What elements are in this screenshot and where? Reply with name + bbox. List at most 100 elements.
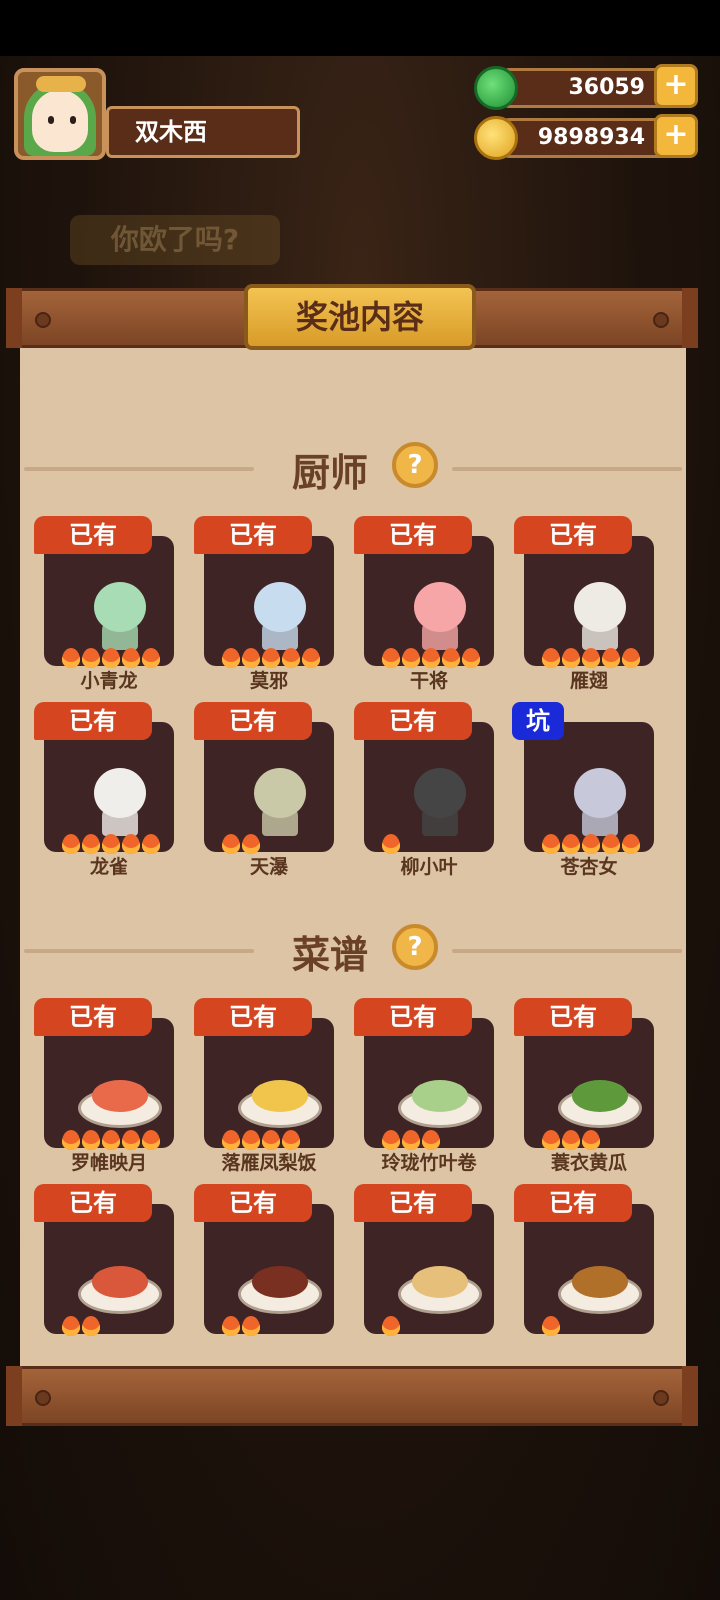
owned-tag: 已有: [194, 516, 312, 554]
owned-tag: 已有: [514, 516, 632, 554]
chef-portrait: [44, 722, 174, 854]
chefs-help-button[interactable]: ?: [392, 442, 438, 488]
player-avatar[interactable]: [14, 68, 106, 160]
owned-tag: 已有: [194, 998, 312, 1036]
chef-name: 莫邪: [249, 670, 288, 692]
flame-icon: [462, 648, 480, 668]
recipe-card[interactable]: 已有: [34, 1184, 174, 1354]
nail: [653, 312, 669, 328]
flame-icon: [382, 834, 400, 854]
nail: [35, 1390, 51, 1406]
owned-tag: 已有: [354, 1184, 472, 1222]
recipe-portrait: [204, 1204, 334, 1336]
recipe-card[interactable]: 已有 蓑衣黄瓜: [514, 998, 654, 1174]
flame-icon: [262, 1130, 280, 1150]
rarity-flames: [542, 1316, 560, 1338]
flame-icon: [282, 648, 300, 668]
chef-name: 小青龙: [80, 670, 138, 692]
recipe-card[interactable]: 已有 罗帷映月: [34, 998, 174, 1174]
chef-card[interactable]: 坑苍杏女: [512, 702, 654, 878]
flame-icon: [102, 648, 120, 668]
plank-cap: [6, 288, 22, 348]
recipe-name: 玲珑竹叶卷: [381, 1152, 477, 1174]
recipe-card[interactable]: 已有落雁凤梨饭: [194, 998, 334, 1174]
add-jade-button[interactable]: +: [654, 64, 698, 108]
chef-card[interactable]: 已有 干将: [354, 516, 494, 692]
food: [252, 1080, 308, 1112]
chef-name: 柳小叶: [400, 856, 458, 878]
chef-card[interactable]: 已有 雁翅: [514, 516, 654, 692]
chef-body: [422, 806, 458, 836]
chef-body: [102, 806, 138, 836]
flame-icon: [122, 834, 140, 854]
flame-icon: [62, 1316, 80, 1336]
chef-portrait-art: [554, 576, 644, 656]
recipe-name: 落雁凤梨饭: [221, 1152, 317, 1174]
flame-icon: [62, 834, 80, 854]
recipe-card[interactable]: 已有 玲珑竹叶卷: [354, 998, 494, 1174]
food: [92, 1266, 148, 1298]
flame-icon: [82, 1130, 100, 1150]
dish-art: [234, 1058, 324, 1138]
chef-card[interactable]: 已有 柳小叶: [354, 702, 494, 878]
dish-art: [234, 1244, 324, 1324]
dish-art: [554, 1244, 644, 1324]
food: [572, 1266, 628, 1298]
chef-card[interactable]: 已有莫邪: [194, 516, 334, 692]
flame-icon: [562, 648, 580, 668]
reward-pool-panel[interactable]: 厨师 ? 菜谱 ? 已有 小青龙 已有 莫邪 已有 干将 已有 雁翅 已有 龙雀 已有 天瀑 已有 柳小叶…: [20, 346, 686, 1366]
flame-icon: [382, 1130, 400, 1150]
recipe-card[interactable]: 已有: [514, 1184, 654, 1354]
flame-icon: [222, 648, 240, 668]
flame-icon: [82, 834, 100, 854]
recipe-portrait: [44, 1018, 174, 1150]
rarity-flames: [382, 1316, 400, 1338]
chef-name: 龙雀: [89, 856, 128, 878]
nail: [35, 312, 51, 328]
divider: [24, 949, 254, 953]
flame-icon: [242, 1316, 260, 1336]
dish-art: [74, 1244, 164, 1324]
background-banner: 你欧了吗?: [70, 215, 280, 265]
jade-icon: [474, 66, 518, 110]
recipes-help-button[interactable]: ?: [392, 924, 438, 970]
flame-icon: [602, 648, 620, 668]
flame-icon: [262, 648, 280, 668]
chef-card[interactable]: 已有 天瀑: [194, 702, 334, 878]
chef-portrait-art: [74, 576, 164, 656]
section-title-recipes: 菜谱: [292, 933, 369, 977]
divider: [452, 949, 682, 953]
flame-icon: [302, 648, 320, 668]
dish-art: [394, 1058, 484, 1138]
panel-title: 奖池内容: [244, 284, 476, 350]
flame-icon: [602, 834, 620, 854]
flame-icon: [582, 648, 600, 668]
chef-portrait-art: [554, 762, 644, 842]
recipe-portrait: [524, 1018, 654, 1150]
flame-icon: [542, 1130, 560, 1150]
flame-icon: [142, 1130, 160, 1150]
plank-cap: [6, 1366, 22, 1426]
chef-portrait: [204, 536, 334, 668]
nail: [653, 1390, 669, 1406]
flame-icon: [562, 834, 580, 854]
flame-icon: [422, 1130, 440, 1150]
chef-body: [582, 806, 618, 836]
dish-art: [554, 1058, 644, 1138]
chef-card[interactable]: 已有 小青龙: [34, 516, 174, 692]
flame-icon: [242, 834, 260, 854]
chef-body: [262, 806, 298, 836]
panel-bottom-plank: [6, 1366, 698, 1426]
recipe-name: 罗帷映月: [70, 1152, 147, 1174]
recipe-card[interactable]: 已有: [194, 1184, 334, 1354]
chef-card[interactable]: 已有 龙雀: [34, 702, 174, 878]
owned-tag: 已有: [194, 1184, 312, 1222]
flame-icon: [242, 648, 260, 668]
chef-body: [102, 620, 138, 650]
recipe-card[interactable]: 已有: [354, 1184, 494, 1354]
rarity-flames: [62, 1316, 100, 1338]
add-coin-button[interactable]: +: [654, 114, 698, 158]
avatar-face: [32, 90, 88, 152]
food: [572, 1080, 628, 1112]
recipe-portrait: [204, 1018, 334, 1150]
